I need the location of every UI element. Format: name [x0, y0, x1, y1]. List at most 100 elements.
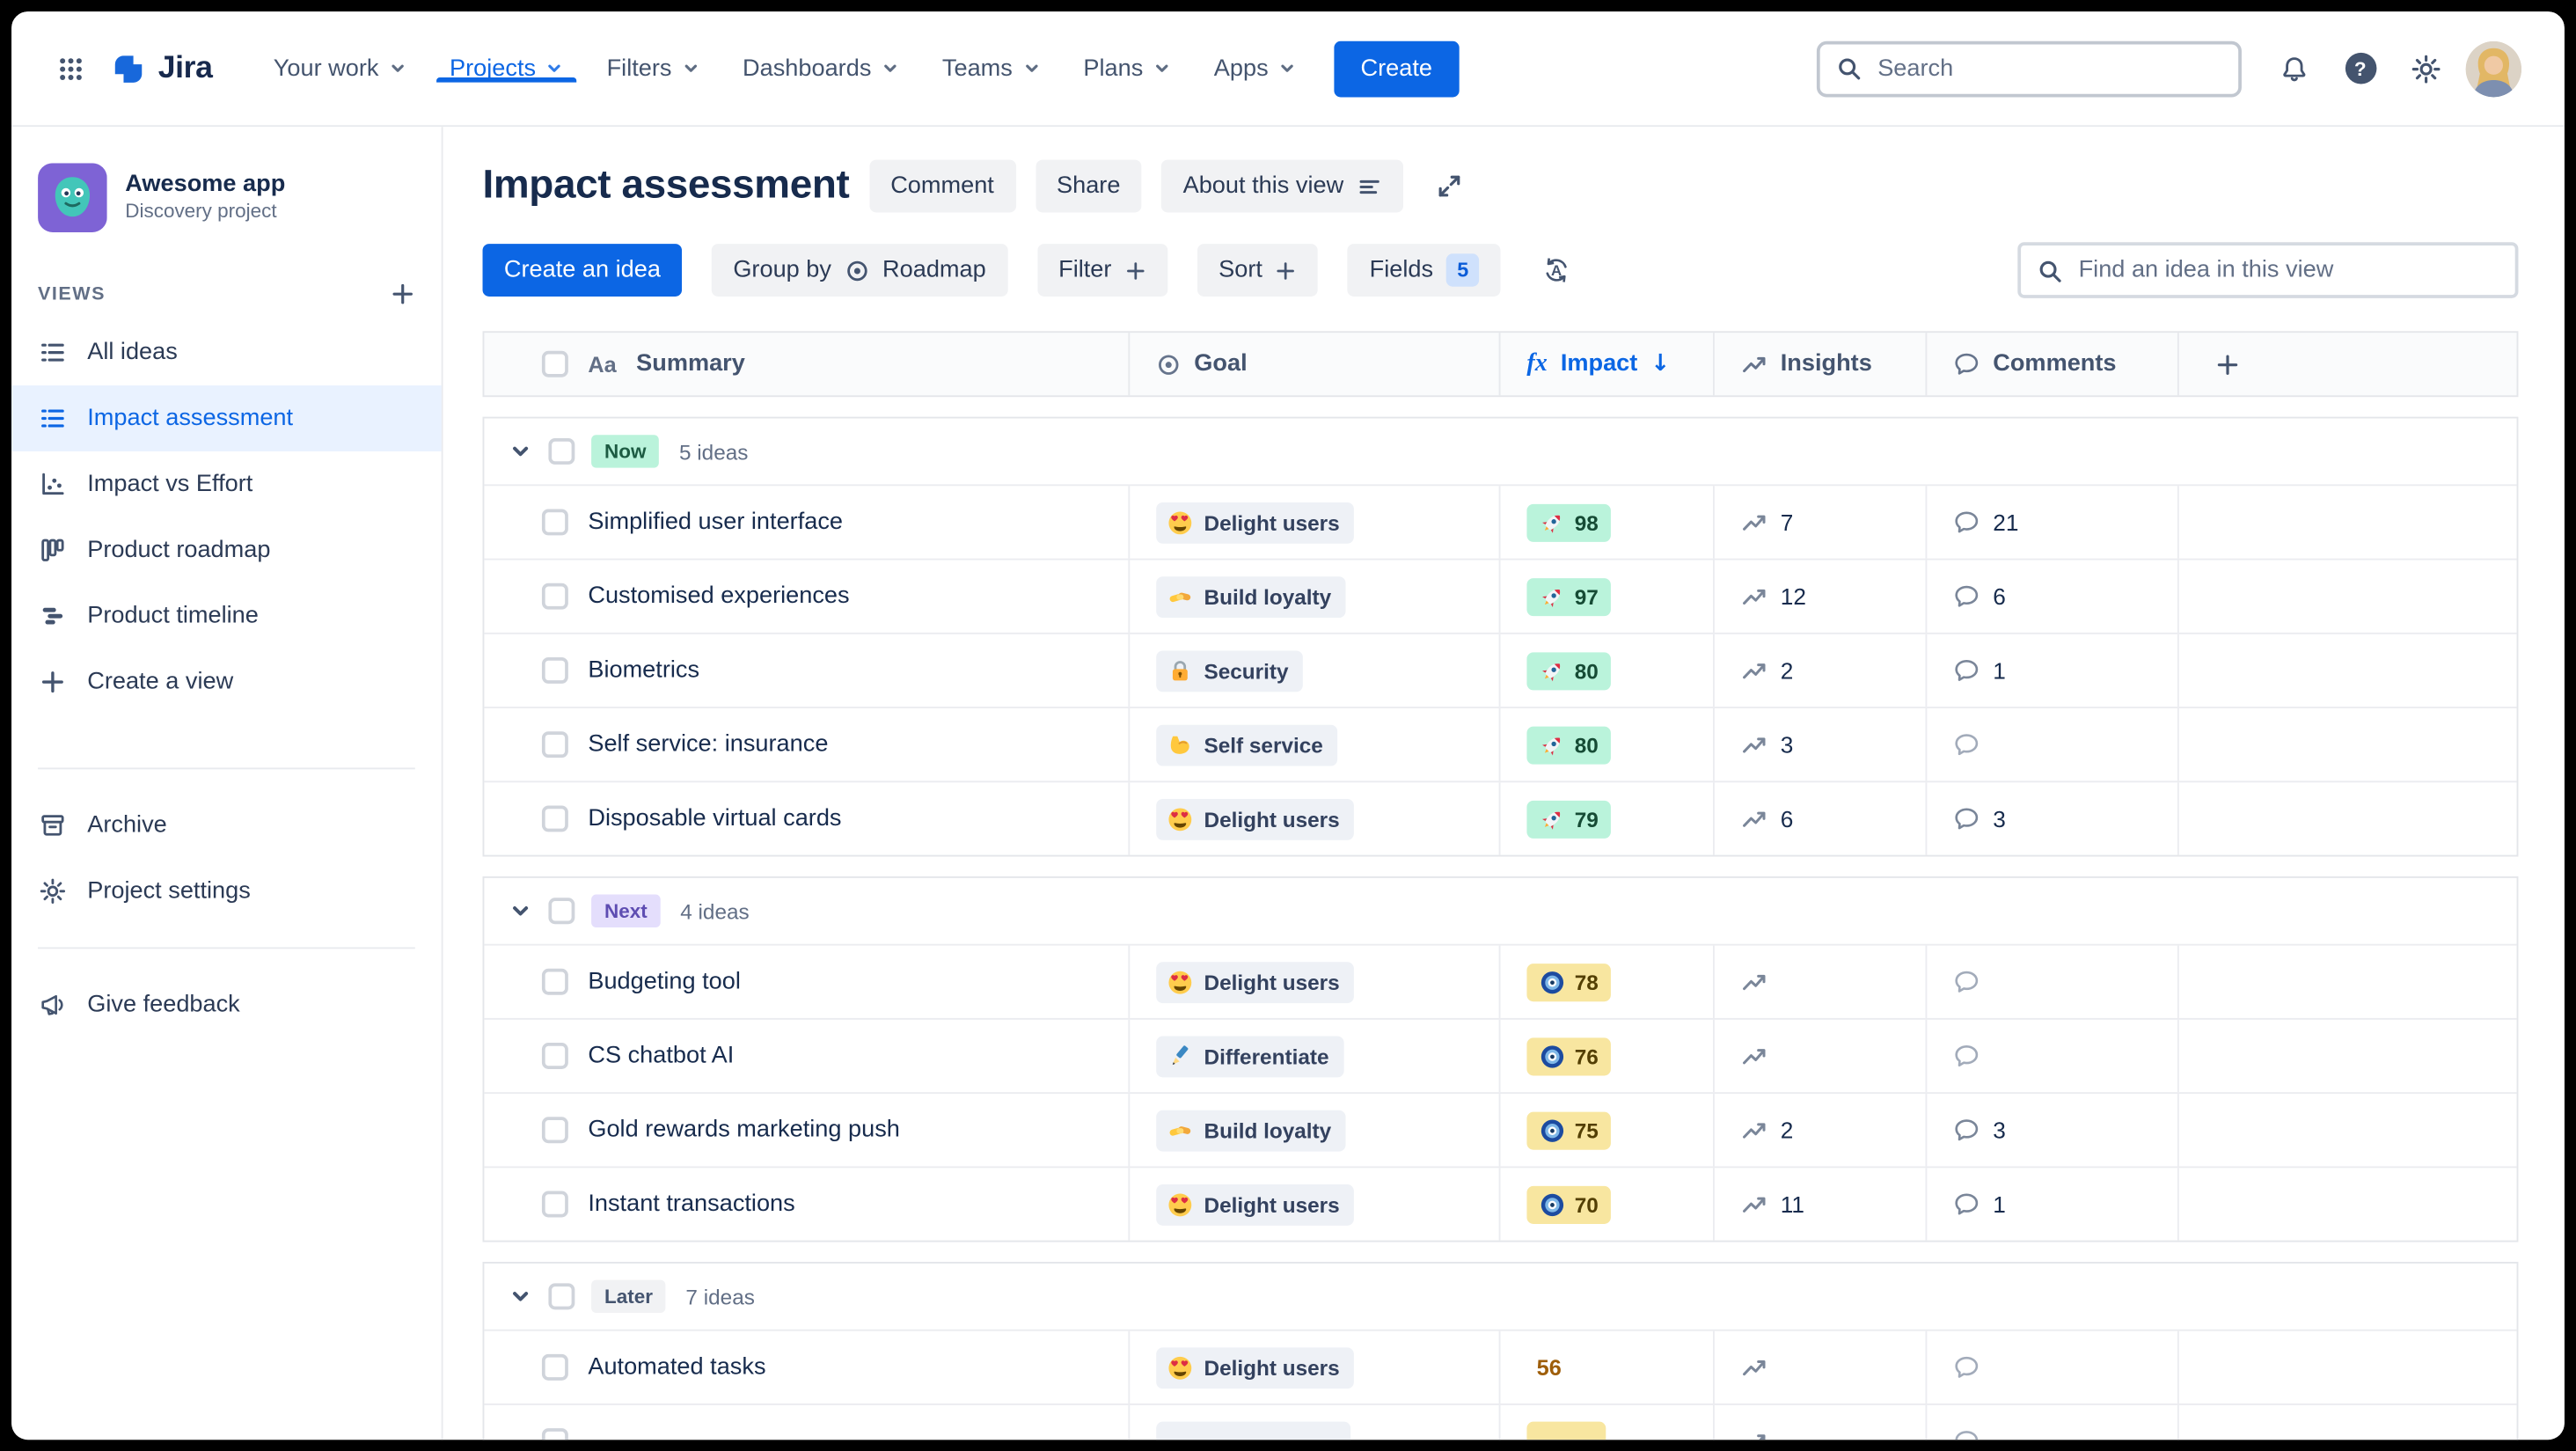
comments-column-header[interactable]: Comments	[1927, 333, 2179, 396]
insights-column-header[interactable]: Insights	[1715, 333, 1928, 396]
impact-score[interactable]: 80	[1526, 725, 1612, 764]
help-button[interactable]: ?	[2334, 42, 2387, 95]
add-view-icon[interactable]	[391, 282, 415, 306]
group-header-row[interactable]: Later 7 ideas	[484, 1264, 2516, 1330]
global-search[interactable]	[1816, 40, 2242, 97]
project-header[interactable]: Awesome app Discovery project	[11, 150, 442, 238]
idea-summary[interactable]: Instant transactions	[588, 1191, 794, 1218]
goal-chip[interactable]: Self service	[1156, 723, 1338, 766]
table-row[interactable]: Budgeting tool Delight users 78	[484, 943, 2517, 1018]
row-checkbox[interactable]	[541, 1353, 568, 1381]
summary-column-header[interactable]: Aa Summary	[484, 333, 1131, 396]
notifications-button[interactable]	[2268, 42, 2321, 95]
idea-summary[interactable]: Automated tasks	[588, 1354, 765, 1381]
sidebar-item-give-feedback[interactable]: Give feedback	[11, 972, 442, 1038]
row-checkbox[interactable]	[541, 583, 568, 610]
share-button[interactable]: Share	[1035, 159, 1142, 213]
impact-score[interactable]: 98	[1526, 502, 1612, 541]
goal-column-header[interactable]: Goal	[1130, 333, 1501, 396]
row-checkbox[interactable]	[541, 509, 568, 536]
sidebar-item-create-a-view[interactable]: Create a view	[11, 649, 442, 715]
impact-score[interactable]: 97	[1526, 577, 1612, 616]
table-row[interactable]: Gold rewards marketing push Build loyalt…	[484, 1092, 2517, 1167]
idea-summary[interactable]: Self service: insurance	[588, 731, 828, 758]
goal-chip[interactable]: Delight users	[1156, 1184, 1355, 1225]
add-column-header[interactable]	[2179, 333, 2517, 395]
impact-score[interactable]: 79	[1526, 799, 1612, 838]
goal-chip[interactable]: Delight users	[1156, 1346, 1355, 1389]
table-row[interactable]: Instant transactions Delight users 70 11…	[484, 1166, 2517, 1241]
impact-score[interactable]: 70	[1526, 1184, 1612, 1224]
sidebar-item-product-timeline[interactable]: Product timeline	[11, 583, 442, 649]
goal-chip[interactable]: Build loyalty	[1156, 1109, 1347, 1151]
row-checkbox[interactable]	[541, 1117, 568, 1144]
auto-sort-button[interactable]	[1531, 244, 1584, 297]
table-row[interactable]: Self service: insurance Self service 80 …	[484, 707, 2517, 781]
group-checkbox[interactable]	[548, 1283, 575, 1310]
table-row[interactable]: Customised experiences Build loyalty 97 …	[484, 558, 2517, 633]
goal-chip[interactable]: Delight users	[1156, 502, 1355, 543]
app-switcher-button[interactable]	[45, 42, 98, 95]
impact-score[interactable]: 76	[1526, 1037, 1612, 1075]
goal-chip[interactable]: Build loyalty	[1156, 575, 1347, 618]
row-checkbox[interactable]	[541, 805, 568, 832]
nav-item-plans[interactable]: Plans	[1062, 55, 1192, 82]
chevron-down-icon[interactable]	[509, 440, 531, 463]
chevron-down-icon[interactable]	[509, 1285, 531, 1308]
impact-score[interactable]: 56	[1526, 1355, 1562, 1380]
goal-chip[interactable]: Delight users	[1156, 798, 1355, 839]
table-row[interactable]: Simplified user interface Delight users …	[484, 484, 2517, 559]
table-row[interactable]: CS chatbot AI Differentiate 76	[484, 1017, 2517, 1093]
find-idea-search[interactable]	[2017, 242, 2519, 298]
group-checkbox[interactable]	[548, 437, 575, 465]
row-checkbox[interactable]	[541, 1043, 568, 1069]
sidebar-item-all-ideas[interactable]: All ideas	[11, 319, 442, 385]
create-an-idea-button[interactable]: Create an idea	[482, 244, 683, 297]
nav-item-apps[interactable]: Apps	[1192, 55, 1317, 82]
table-row[interactable]: Biometrics Security 80 2 1	[484, 632, 2517, 707]
idea-summary[interactable]: Customised experiences	[588, 583, 849, 610]
impact-score[interactable]: 78	[1526, 963, 1612, 1001]
idea-summary[interactable]: Budgeting tool	[588, 969, 741, 995]
settings-button[interactable]	[2400, 42, 2453, 95]
global-search-input[interactable]	[1874, 53, 2222, 84]
select-all-checkbox[interactable]	[541, 350, 568, 377]
nav-item-teams[interactable]: Teams	[921, 55, 1062, 82]
table-row[interactable]: Disposable virtual cards Delight users 7…	[484, 780, 2517, 855]
goal-chip[interactable]: Delight users	[1156, 961, 1355, 1003]
row-checkbox[interactable]	[541, 1428, 568, 1440]
comment-button[interactable]: Comment	[868, 159, 1016, 213]
idea-summary[interactable]: CS chatbot AI	[588, 1043, 734, 1069]
nav-item-your-work[interactable]: Your work	[252, 55, 428, 82]
group-header-row[interactable]: Next 4 ideas	[484, 878, 2516, 944]
chevron-down-icon[interactable]	[509, 899, 531, 922]
filter-button[interactable]: Filter	[1036, 244, 1168, 297]
row-checkbox[interactable]	[541, 731, 568, 758]
goal-chip[interactable]: Security	[1156, 649, 1304, 692]
row-checkbox[interactable]	[541, 968, 568, 995]
row-checkbox[interactable]	[541, 1191, 568, 1218]
table-row[interactable]: Automated tasks Delight users 56	[484, 1329, 2517, 1404]
fields-button[interactable]: Fields 5	[1348, 244, 1501, 297]
goal-chip[interactable]: Differentiate	[1156, 1035, 1344, 1077]
row-checkbox[interactable]	[541, 656, 568, 684]
find-idea-input[interactable]	[2075, 255, 2499, 285]
create-button[interactable]: Create	[1334, 40, 1459, 97]
jira-logo[interactable]: Jira	[110, 50, 213, 86]
idea-summary[interactable]: Disposable virtual cards	[588, 805, 841, 832]
group-by-button[interactable]: Group by Roadmap	[711, 244, 1008, 297]
sidebar-item-product-roadmap[interactable]: Product roadmap	[11, 517, 442, 583]
fullscreen-button[interactable]	[1423, 160, 1475, 213]
impact-score[interactable]: 80	[1526, 651, 1612, 690]
idea-summary[interactable]: Biometrics	[588, 657, 699, 684]
nav-item-filters[interactable]: Filters	[585, 55, 721, 82]
group-header-row[interactable]: Now 5 ideas	[484, 419, 2516, 485]
user-avatar[interactable]	[2465, 40, 2522, 97]
sidebar-item-impact-vs-effort[interactable]: Impact vs Effort	[11, 451, 442, 517]
nav-item-projects[interactable]: Projects	[428, 55, 586, 82]
sidebar-item-archive[interactable]: Archive	[11, 792, 442, 858]
sidebar-item-impact-assessment[interactable]: Impact assessment	[11, 385, 442, 451]
sort-button[interactable]: Sort	[1197, 244, 1319, 297]
impact-score[interactable]: 75	[1526, 1110, 1612, 1149]
idea-summary[interactable]: Simplified user interface	[588, 509, 843, 535]
